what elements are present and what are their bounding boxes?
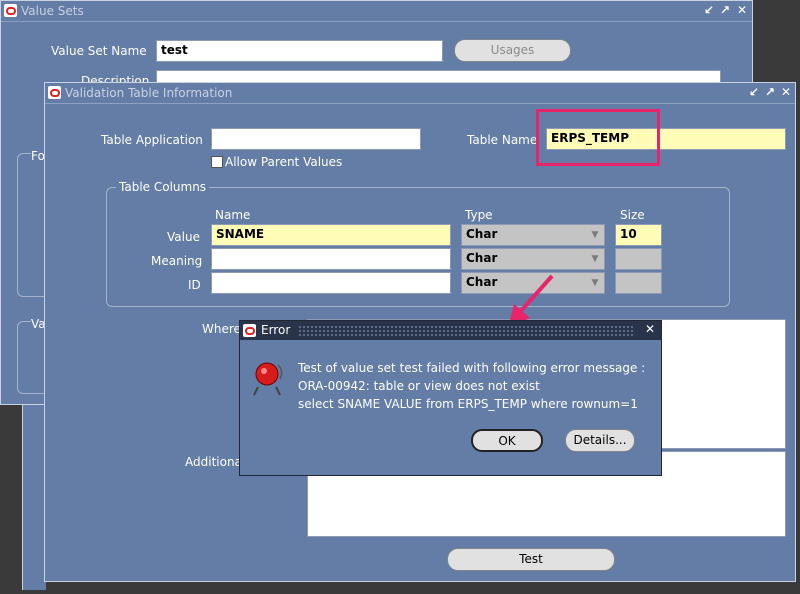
chevron-down-icon[interactable]: ▼	[589, 252, 601, 266]
meaning-row-label: Meaning	[151, 254, 203, 268]
meaning-size-field[interactable]	[615, 248, 662, 270]
value-set-name-field[interactable]: test	[156, 40, 443, 62]
validation-title: Validation Table Information	[65, 86, 233, 100]
table-columns-title: Table Columns	[116, 180, 210, 194]
titlebar-grip[interactable]	[298, 325, 635, 336]
close-icon[interactable]: ✕	[645, 322, 655, 336]
alarm-bell-icon	[253, 362, 283, 396]
col-type-header: Type	[465, 208, 493, 222]
close-icon[interactable]: ✕	[737, 3, 747, 17]
minimize-icon[interactable]: ↙	[704, 3, 714, 17]
value-type-select[interactable]: Char ▼	[461, 224, 605, 246]
chevron-down-icon[interactable]: ▼	[589, 228, 601, 242]
error-message-line3: select SNAME VALUE from ERPS_TEMP where …	[298, 397, 638, 411]
meaning-type-text: Char	[466, 251, 498, 265]
table-application-label: Table Application	[101, 133, 203, 147]
error-message-line1: Test of value set test failed with follo…	[298, 361, 646, 375]
id-type-text: Char	[466, 275, 498, 289]
maximize-icon[interactable]: ↗	[765, 85, 775, 99]
value-type-text: Char	[466, 227, 498, 241]
col-size-header: Size	[620, 208, 645, 222]
id-size-field[interactable]	[615, 272, 662, 294]
test-button[interactable]: Test	[447, 548, 615, 571]
error-title: Error	[261, 323, 291, 337]
close-icon[interactable]: ✕	[781, 85, 791, 99]
value-row-label: Value	[167, 230, 200, 244]
usages-button[interactable]: Usages	[454, 39, 571, 62]
allow-parent-label[interactable]: Allow Parent Values	[225, 155, 342, 169]
value-size-field[interactable]: 10	[615, 224, 662, 246]
error-message-line2: ORA-00942: table or view does not exist	[298, 379, 540, 393]
error-titlebar[interactable]: Error ✕	[240, 321, 661, 340]
meaning-type-select[interactable]: Char ▼	[461, 248, 605, 270]
additional-columns-label: Additiona	[185, 455, 242, 469]
id-row-label: ID	[188, 278, 201, 292]
chevron-down-icon[interactable]: ▼	[589, 276, 601, 290]
value-set-name-label: Value Set Name	[51, 44, 147, 58]
table-application-field[interactable]	[211, 128, 421, 150]
allow-parent-checkbox[interactable]	[211, 156, 223, 168]
maximize-icon[interactable]: ↗	[720, 3, 730, 17]
background-panel	[22, 405, 46, 590]
where-label: Where	[202, 322, 241, 336]
validation-titlebar[interactable]: Validation Table Information ↙ ↗ ✕	[45, 83, 795, 104]
oracle-logo-icon	[4, 4, 17, 17]
value-name-field[interactable]: SNAME	[211, 224, 451, 246]
meaning-name-field[interactable]	[211, 248, 451, 270]
value-sets-title: Value Sets	[21, 4, 84, 18]
error-dialog: Error ✕ Test of value set test failed wi…	[239, 320, 662, 476]
table-name-highlight-box	[536, 109, 660, 166]
minimize-icon[interactable]: ↙	[749, 85, 759, 99]
col-name-header: Name	[215, 208, 251, 222]
format-group-label: Fo	[31, 149, 45, 163]
details-button[interactable]: Details...	[565, 429, 635, 452]
table-name-label: Table Name	[467, 133, 538, 147]
id-name-field[interactable]	[211, 272, 451, 294]
oracle-logo-icon	[48, 86, 61, 99]
oracle-logo-icon	[243, 324, 256, 337]
value-sets-titlebar[interactable]: Value Sets ↙ ↗ ✕	[1, 1, 752, 22]
ok-button[interactable]: OK	[471, 429, 543, 452]
